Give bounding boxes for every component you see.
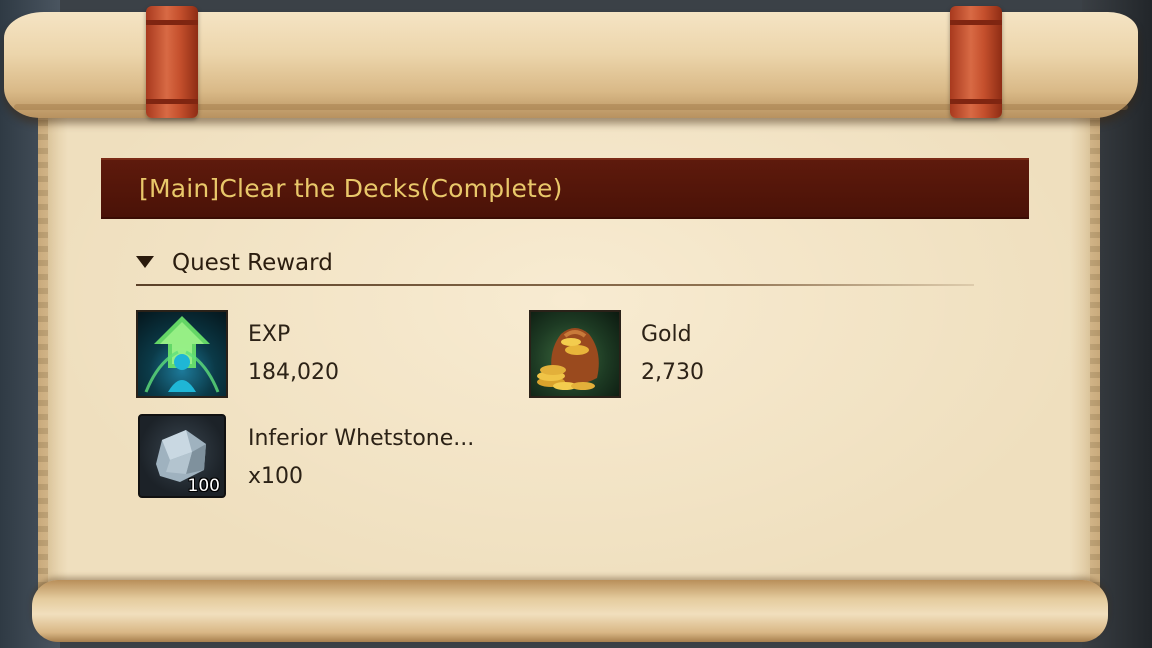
quest-title: [Main]Clear the Decks(Complete) <box>139 174 563 203</box>
scroll-band-left <box>146 6 198 118</box>
section-divider <box>136 284 974 286</box>
stack-count: 100 <box>187 476 220 496</box>
exp-arrow-icon[interactable] <box>136 310 228 398</box>
section-label: Quest Reward <box>172 250 333 276</box>
reward-name: EXP <box>248 322 291 347</box>
scroll-band-right <box>950 6 1002 118</box>
gold-bag-icon[interactable] <box>529 310 621 398</box>
quest-title-bar: [Main]Clear the Decks(Complete) <box>101 158 1029 219</box>
reward-value: x100 <box>248 464 304 489</box>
reward-value: 184,020 <box>248 360 339 385</box>
paper-edge-right <box>1090 92 1100 612</box>
paper-edge-left <box>38 92 48 612</box>
caret-down-icon[interactable] <box>136 256 154 268</box>
reward-exp[interactable]: EXP 184,020 <box>136 310 466 400</box>
reward-gold[interactable]: Gold 2,730 <box>529 310 829 400</box>
scroll-bottom-roller <box>32 580 1108 642</box>
reward-value: 2,730 <box>641 360 704 385</box>
quest-reward-header[interactable]: Quest Reward <box>136 248 974 286</box>
reward-name: Inferior Whetstone... <box>248 426 475 451</box>
reward-whetstone[interactable]: 100 Inferior Whetstone... x100 <box>138 414 498 504</box>
whetstone-icon[interactable]: 100 <box>138 414 226 498</box>
reward-name: Gold <box>641 322 692 347</box>
